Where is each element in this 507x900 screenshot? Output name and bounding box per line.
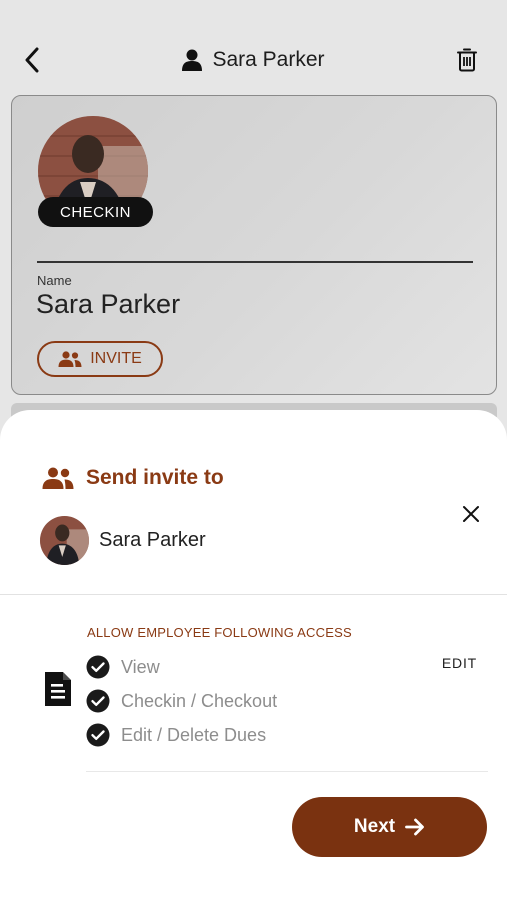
top-bar: Sara Parker bbox=[0, 0, 507, 95]
group-icon bbox=[58, 351, 82, 367]
next-button[interactable]: Next bbox=[292, 797, 487, 857]
permission-label: Edit / Delete Dues bbox=[121, 724, 267, 745]
page-title: Sara Parker bbox=[212, 48, 325, 71]
permission-item[interactable]: Edit / Delete Dues bbox=[86, 718, 277, 752]
permission-label: View bbox=[121, 656, 160, 677]
permission-item[interactable]: Checkin / Checkout bbox=[86, 684, 277, 718]
next-button-label: Next bbox=[353, 816, 396, 837]
person-icon bbox=[182, 49, 203, 71]
page-title-group: Sara Parker bbox=[0, 45, 507, 75]
avatar bbox=[40, 516, 89, 565]
check-circle-icon bbox=[86, 689, 110, 713]
arrow-right-icon bbox=[405, 818, 424, 836]
check-circle-icon bbox=[86, 655, 110, 679]
name-label: Name bbox=[37, 273, 72, 288]
invite-button-label: INVITE bbox=[90, 350, 142, 367]
group-icon bbox=[42, 467, 74, 489]
document-icon bbox=[45, 672, 71, 706]
checkin-button[interactable]: CHECKIN bbox=[38, 197, 153, 227]
profile-card: CHECKIN Name Sara Parker INVITE bbox=[11, 95, 497, 395]
close-button[interactable] bbox=[459, 502, 483, 526]
avatar-photo bbox=[40, 516, 89, 565]
sheet-title: Send invite to bbox=[86, 466, 224, 489]
delete-button[interactable] bbox=[453, 44, 481, 76]
edit-permissions-button[interactable]: EDIT bbox=[442, 655, 477, 671]
divider bbox=[86, 771, 488, 772]
check-circle-icon bbox=[86, 723, 110, 747]
recipient-name: Sara Parker bbox=[99, 529, 206, 551]
divider bbox=[0, 594, 507, 595]
invite-button[interactable]: INVITE bbox=[37, 341, 163, 377]
permission-item[interactable]: View bbox=[86, 650, 277, 684]
trash-icon bbox=[457, 48, 477, 72]
sheet-header: Send invite to bbox=[42, 466, 224, 490]
close-icon bbox=[463, 506, 479, 522]
permission-list: View Checkin / Checkout Edit / Delete Du… bbox=[86, 650, 277, 752]
permission-label: Checkin / Checkout bbox=[121, 690, 278, 711]
divider bbox=[37, 261, 473, 263]
recipient-row: Sara Parker bbox=[40, 516, 206, 565]
invite-bottom-sheet: Send invite to Sara Parker ALLOW EMPLOYE… bbox=[0, 410, 507, 900]
access-heading: ALLOW EMPLOYEE FOLLOWING ACCESS bbox=[87, 625, 352, 640]
name-value: Sara Parker bbox=[36, 289, 181, 319]
